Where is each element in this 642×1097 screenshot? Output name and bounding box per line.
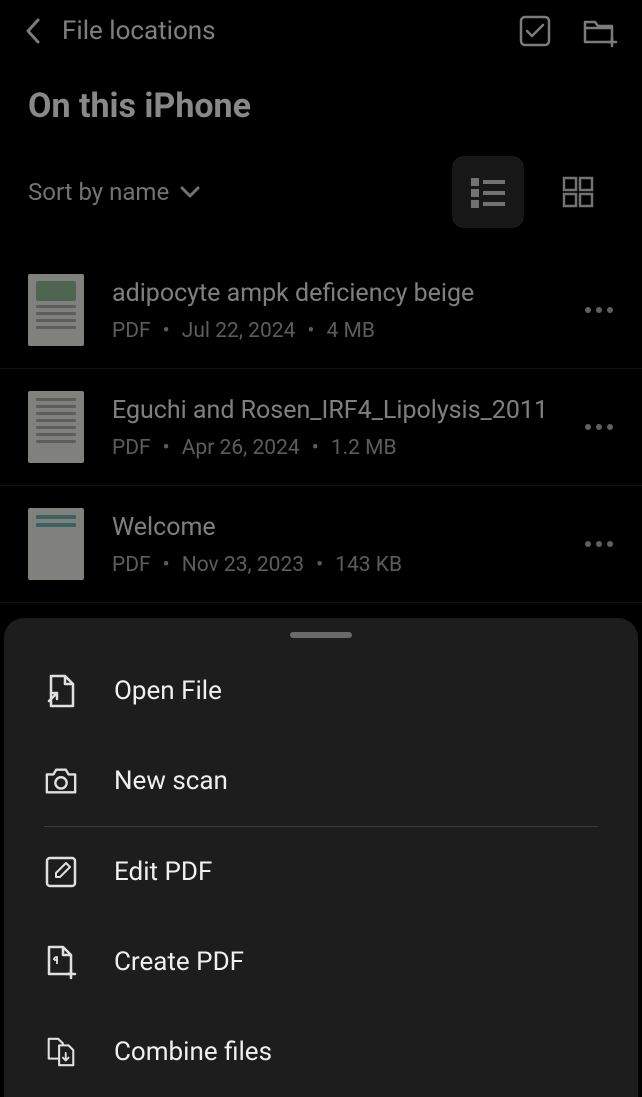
file-meta: PDF • Nov 23, 2023 • 143 KB — [112, 553, 556, 577]
folder-plus-icon — [582, 14, 618, 48]
file-type: PDF — [112, 436, 151, 460]
sheet-item-label: Combine files — [114, 1037, 272, 1067]
camera-icon — [44, 764, 78, 798]
file-type: PDF — [112, 553, 151, 577]
sheet-open-file[interactable]: Open File — [4, 646, 638, 736]
file-meta: PDF • Jul 22, 2024 • 4 MB — [112, 319, 556, 343]
file-type: PDF — [112, 319, 151, 343]
sort-button[interactable]: Sort by name — [28, 178, 201, 206]
file-name: Eguchi and Rosen_IRF4_Lipolysis_2011 — [112, 394, 556, 428]
sheet-edit-pdf[interactable]: Edit PDF — [4, 827, 638, 917]
grid-icon — [561, 175, 595, 209]
file-list: adipocyte ampk deficiency beige PDF • Ju… — [0, 240, 642, 615]
file-row[interactable]: Eguchi and Rosen_IRF4_Lipolysis_2011 PDF… — [0, 369, 642, 486]
separator-dot: • — [312, 436, 319, 460]
file-more-button[interactable] — [584, 423, 614, 431]
page-title: On this iPhone — [0, 62, 642, 136]
toolbar: Sort by name — [0, 136, 642, 240]
file-thumbnail — [28, 508, 84, 580]
list-view-button[interactable] — [452, 156, 524, 228]
file-info: Welcome PDF • Nov 23, 2023 • 143 KB — [112, 511, 556, 577]
sheet-combine-files[interactable]: Combine files — [4, 1007, 638, 1097]
sheet-create-pdf[interactable]: Create PDF — [4, 917, 638, 1007]
file-info: adipocyte ampk deficiency beige PDF • Ju… — [112, 277, 556, 343]
sheet-item-label: Create PDF — [114, 947, 244, 977]
file-size: 1.2 MB — [331, 436, 397, 460]
header-title[interactable]: File locations — [62, 16, 500, 46]
sheet-item-label: Edit PDF — [114, 857, 212, 887]
separator-dot: • — [163, 319, 170, 343]
view-toggle — [452, 156, 614, 228]
separator-dot: • — [163, 553, 170, 577]
chevron-left-icon — [24, 16, 44, 46]
file-size: 143 KB — [335, 553, 402, 577]
action-sheet: Open File New scan Edit PDF — [4, 618, 638, 1097]
separator-dot: • — [307, 319, 314, 343]
file-date: Apr 26, 2024 — [182, 436, 300, 460]
sheet-item-label: New scan — [114, 766, 228, 796]
file-name: adipocyte ampk deficiency beige — [112, 277, 556, 311]
new-folder-button[interactable] — [582, 14, 618, 48]
back-button[interactable] — [24, 16, 44, 46]
pdf-plus-icon — [44, 945, 78, 979]
file-name: Welcome — [112, 511, 556, 545]
file-date: Nov 23, 2023 — [182, 553, 304, 577]
sort-label: Sort by name — [28, 178, 169, 206]
file-thumbnail — [28, 274, 84, 346]
more-horiz-icon — [584, 423, 614, 431]
sheet-drag-handle[interactable] — [290, 632, 352, 638]
file-info: Eguchi and Rosen_IRF4_Lipolysis_2011 PDF… — [112, 394, 556, 460]
file-more-button[interactable] — [584, 306, 614, 314]
file-open-icon — [44, 674, 78, 708]
more-horiz-icon — [584, 306, 614, 314]
select-button[interactable] — [518, 14, 552, 48]
separator-dot: • — [163, 436, 170, 460]
file-size: 4 MB — [326, 319, 374, 343]
file-row[interactable]: Welcome PDF • Nov 23, 2023 • 143 KB — [0, 486, 642, 603]
separator-dot: • — [316, 553, 323, 577]
file-date: Jul 22, 2024 — [182, 319, 296, 343]
checkbox-icon — [518, 14, 552, 48]
sheet-new-scan[interactable]: New scan — [4, 736, 638, 826]
more-horiz-icon — [584, 540, 614, 548]
grid-view-button[interactable] — [542, 156, 614, 228]
chevron-down-icon — [179, 185, 201, 199]
file-thumbnail — [28, 391, 84, 463]
sheet-item-label: Open File — [114, 676, 222, 706]
combine-files-icon — [44, 1035, 78, 1069]
edit-icon — [44, 855, 78, 889]
file-row[interactable]: adipocyte ampk deficiency beige PDF • Ju… — [0, 252, 642, 369]
list-icon — [469, 175, 507, 209]
file-meta: PDF • Apr 26, 2024 • 1.2 MB — [112, 436, 556, 460]
header: File locations — [0, 0, 642, 62]
file-more-button[interactable] — [584, 540, 614, 548]
